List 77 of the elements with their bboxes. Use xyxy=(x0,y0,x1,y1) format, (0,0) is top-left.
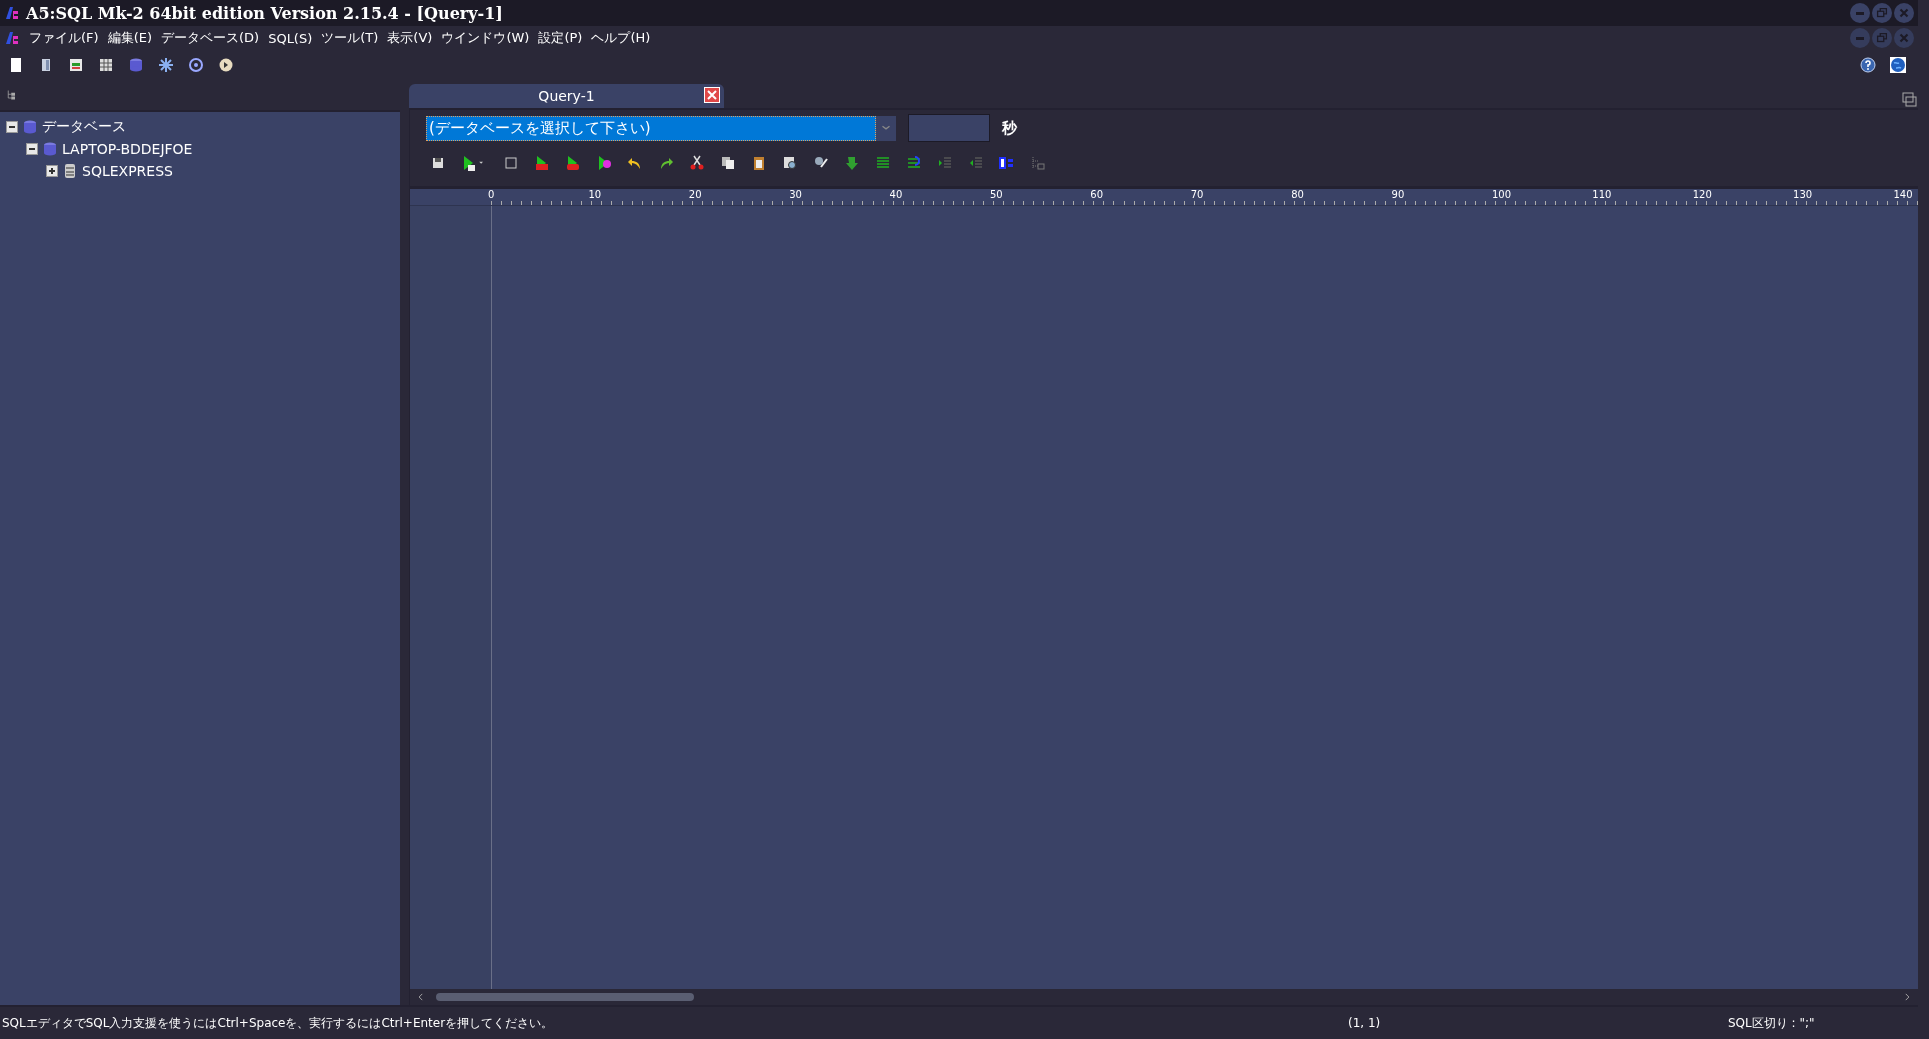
close-icon xyxy=(1897,31,1911,45)
expand-toggle[interactable] xyxy=(6,121,18,133)
ruler-number: 90 xyxy=(1391,189,1406,202)
tree-item[interactable]: LAPTOP-BDDEJFOE xyxy=(62,141,193,157)
ruler-number: 130 xyxy=(1793,189,1814,202)
close-icon[interactable] xyxy=(704,87,720,103)
table-export-icon[interactable] xyxy=(68,57,84,73)
minimize-icon xyxy=(1855,36,1865,40)
ruler-number: 100 xyxy=(1491,189,1512,202)
outdent-icon[interactable] xyxy=(968,155,984,171)
tree-item[interactable]: データベース xyxy=(42,118,126,136)
help-icon[interactable] xyxy=(1860,57,1876,73)
cascade-windows-icon[interactable] xyxy=(1902,92,1918,108)
expand-toggle[interactable] xyxy=(46,165,58,177)
app-logo-icon xyxy=(4,30,20,46)
sql-delimiter: SQL区切り : ";" xyxy=(1728,1014,1816,1032)
ruler-number: 30 xyxy=(789,189,803,202)
menu-item[interactable]: ヘルプ(H) xyxy=(591,29,651,47)
window-title: A5:SQL Mk-2 64bit edition Version 2.15.4 - [Query-1] xyxy=(26,3,504,23)
menu-item[interactable]: ファイル(F) xyxy=(29,29,99,47)
stop-icon[interactable] xyxy=(503,155,519,171)
menu-item[interactable]: 設定(P) xyxy=(538,29,583,47)
server-icon xyxy=(62,163,78,179)
ruler-number: 0 xyxy=(488,189,496,202)
cursor-position: (1, 1) xyxy=(1348,1016,1382,1030)
paste-icon[interactable] xyxy=(751,155,767,171)
scroll-left-icon[interactable] xyxy=(416,992,426,1002)
grid-icon[interactable] xyxy=(98,57,114,73)
copy-icon[interactable] xyxy=(720,155,736,171)
ruler-number: 60 xyxy=(1090,189,1105,202)
tree-icon[interactable] xyxy=(1030,155,1046,171)
menu-item[interactable]: ウインドウ(W) xyxy=(441,29,530,47)
globe-icon[interactable] xyxy=(1890,57,1906,73)
database-icon[interactable] xyxy=(128,57,144,73)
blocks-icon[interactable] xyxy=(999,155,1015,171)
menu-item[interactable]: ツール(T) xyxy=(321,29,379,47)
menu-item[interactable]: データベース(D) xyxy=(161,29,260,47)
lines-icon[interactable] xyxy=(875,155,891,171)
menu-item[interactable]: 編集(E) xyxy=(107,29,152,47)
status-message: SQLエディタでSQL入力支援を使うにはCtrl+Spaceを、実行するにはCtrl+Enterを押してください。 xyxy=(1,1014,555,1032)
ruler-number: 80 xyxy=(1291,189,1305,202)
ruler-number: 20 xyxy=(688,189,703,202)
close-icon xyxy=(1897,6,1911,20)
menu-item[interactable]: 表示(V) xyxy=(387,29,433,47)
timeout-field[interactable] xyxy=(908,114,990,142)
indent-icon[interactable] xyxy=(937,155,953,171)
new-document-icon[interactable] xyxy=(8,57,24,73)
cut-icon[interactable] xyxy=(689,155,705,171)
database-icon xyxy=(42,141,58,157)
tree-view-icon[interactable] xyxy=(6,89,18,101)
snowflake-icon[interactable] xyxy=(158,57,174,73)
ruler-number: 120 xyxy=(1692,189,1713,202)
menu-item[interactable]: SQL(S) xyxy=(268,30,313,46)
ruler-number: 10 xyxy=(588,189,603,202)
minimize-icon xyxy=(1855,11,1865,15)
run-icon[interactable] xyxy=(461,155,477,171)
ruler-number: 70 xyxy=(1190,189,1205,202)
app-logo-icon xyxy=(4,5,20,21)
ruler-number: 110 xyxy=(1592,189,1613,202)
scrollbar-thumb[interactable] xyxy=(436,993,694,1001)
down-arrow-icon[interactable] xyxy=(844,155,860,171)
ruler-number: 140 xyxy=(1893,189,1914,202)
scroll-right-icon[interactable] xyxy=(1902,992,1912,1002)
query-tab[interactable]: Query-1 xyxy=(409,84,724,108)
seconds-label: 秒 xyxy=(1002,118,1017,138)
restore-icon xyxy=(1875,31,1889,45)
search-icon[interactable] xyxy=(782,155,798,171)
rewrap-icon[interactable] xyxy=(906,155,922,171)
redo-icon[interactable] xyxy=(658,155,674,171)
expand-toggle[interactable] xyxy=(26,143,38,155)
database-select[interactable]: (データベースを選択して下さい) xyxy=(426,115,896,141)
restore-icon xyxy=(1875,6,1889,20)
tree-item[interactable]: SQLEXPRESS xyxy=(82,163,173,179)
ruler-number: 50 xyxy=(989,189,1004,202)
database-icon xyxy=(22,119,38,135)
save-icon[interactable] xyxy=(430,155,446,171)
ruler-number: 40 xyxy=(889,189,904,202)
